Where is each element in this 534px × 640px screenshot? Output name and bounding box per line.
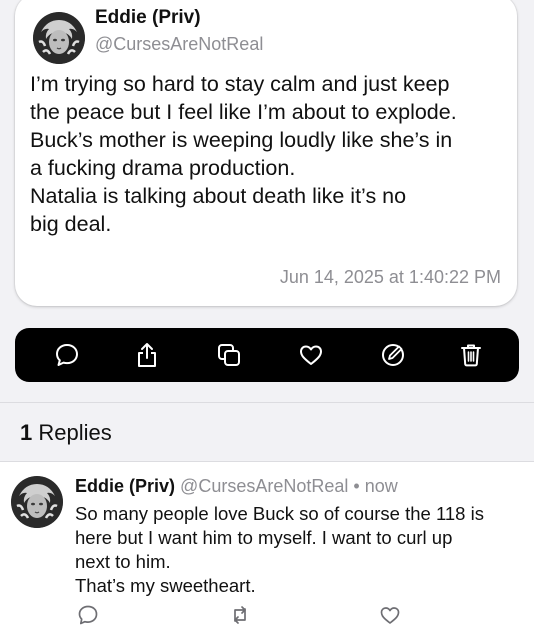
- heart-icon: [380, 607, 400, 624]
- share-button[interactable]: [133, 341, 161, 369]
- copy-button[interactable]: [215, 341, 243, 369]
- replies-count: 1 Replies: [20, 420, 112, 446]
- copy-icon: [218, 344, 240, 366]
- medusa-statue-icon: [33, 12, 85, 64]
- repost-icon: [234, 606, 246, 624]
- reply-comment-button[interactable]: [77, 604, 99, 626]
- post-text-line: Buck’s mother is weeping loudly like she…: [30, 128, 453, 152]
- trash-icon: [461, 344, 481, 367]
- post-card: Eddie (Priv) @CursesAreNotReal I’m tryin…: [15, 0, 517, 306]
- compose-icon: [382, 344, 404, 366]
- section-divider: [0, 402, 534, 403]
- post-timestamp: Jun 14, 2025 at 1:40:22 PM: [279, 267, 501, 287]
- like-button[interactable]: [297, 341, 325, 369]
- reply-text: So many people love Buck so of course th…: [75, 502, 525, 598]
- separator-dot: •: [353, 476, 360, 496]
- reply-like-button[interactable]: [379, 604, 401, 626]
- reply-button[interactable]: [53, 341, 81, 369]
- reply-avatar[interactable]: [11, 476, 63, 528]
- medusa-statue-icon: [11, 476, 63, 528]
- post-text: I’m trying so hard to stay calm and just…: [30, 70, 510, 238]
- share-icon: [138, 343, 156, 367]
- post-action-bar: [15, 328, 519, 382]
- reply-text-line: next to him.: [75, 551, 171, 572]
- reply-author-handle[interactable]: @CursesAreNotReal: [180, 476, 348, 496]
- reply-author-name[interactable]: Eddie (Priv): [75, 476, 175, 496]
- repost-button[interactable]: [229, 604, 251, 626]
- replies-count-number: 1: [20, 420, 33, 445]
- post-text-line: big deal.: [30, 212, 112, 236]
- post-text-line: Natalia is talking about death like it’s…: [30, 184, 407, 208]
- reply-header: Eddie (Priv) @CursesAreNotReal • now: [75, 476, 398, 497]
- edit-button[interactable]: [379, 341, 407, 369]
- post-text-line: a fucking drama production.: [30, 156, 296, 180]
- reply-text-line: So many people love Buck so of course th…: [75, 503, 484, 524]
- replies-count-label: Replies: [38, 420, 112, 445]
- reply-text-line: That’s my sweetheart.: [75, 575, 256, 596]
- author-name[interactable]: Eddie (Priv): [95, 7, 201, 29]
- reply-timestamp: now: [364, 476, 398, 496]
- delete-button[interactable]: [457, 341, 485, 369]
- post-text-line: I’m trying so hard to stay calm and just…: [30, 72, 450, 96]
- reply-text-line: here but I want him to myself. I want to…: [75, 527, 453, 548]
- speech-bubble-icon: [56, 344, 78, 366]
- author-handle[interactable]: @CursesAreNotReal: [95, 34, 263, 55]
- avatar[interactable]: [33, 12, 85, 64]
- heart-icon: [300, 345, 322, 365]
- speech-bubble-icon: [78, 605, 98, 625]
- post-text-line: the peace but I feel like I’m about to e…: [30, 100, 457, 124]
